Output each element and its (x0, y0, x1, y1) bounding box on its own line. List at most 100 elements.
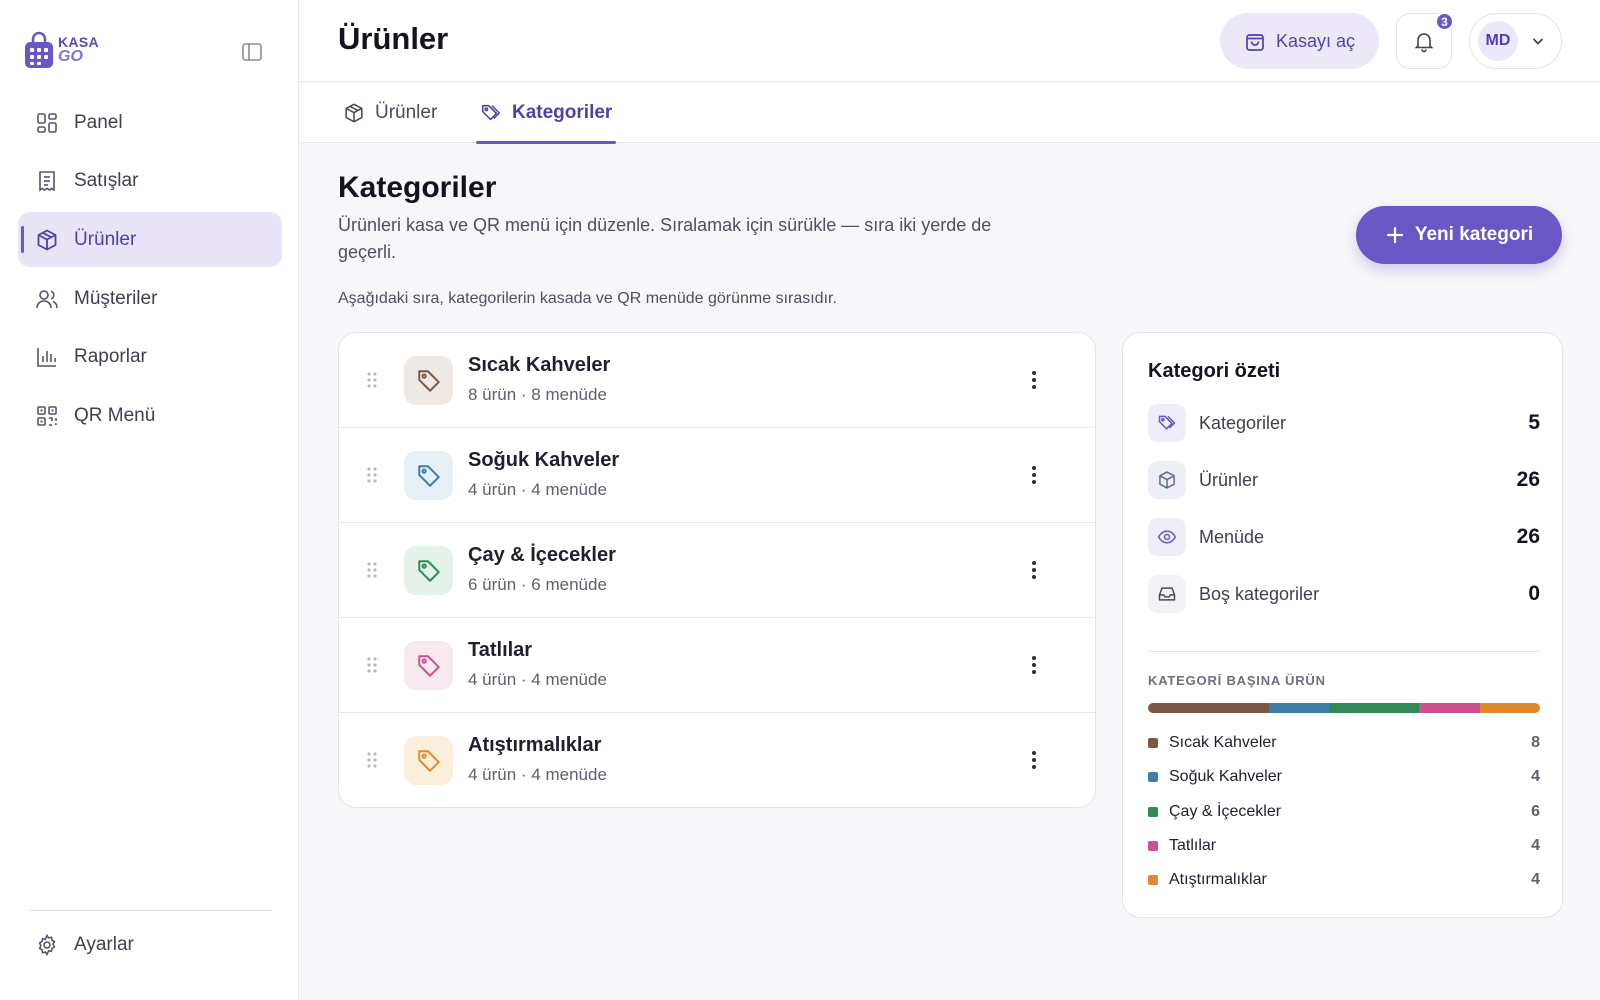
category-icon (404, 356, 453, 405)
list-item[interactable]: Tatlılar 4 ürün · 4 menüde (339, 618, 1095, 713)
open-register-label: Kasayı aç (1275, 30, 1356, 51)
category-summary-card: Kategori özeti Kategoriler 5 Ürünler 26 … (1122, 332, 1563, 918)
products-per-category-bar (1148, 703, 1540, 713)
sidebar-item-label: Müşteriler (74, 287, 158, 309)
more-vertical-icon[interactable] (1022, 558, 1046, 582)
receipt-icon (35, 169, 59, 193)
stat-categories: Kategoriler 5 (1148, 403, 1540, 443)
sidebar: KASA GO Panel Satışlar Ürünler Müşterile… (0, 0, 299, 1000)
logo-line-2: GO (58, 48, 83, 65)
tab-categories[interactable]: Kategoriler (475, 83, 617, 144)
notifications-button[interactable]: 3 (1396, 12, 1454, 69)
tab-products[interactable]: Ürünler (343, 83, 437, 143)
category-icon (404, 641, 453, 690)
box-icon (343, 102, 365, 124)
drag-handle-icon[interactable] (366, 371, 378, 389)
stat-value: 26 (1516, 525, 1540, 548)
breakdown-segment (1268, 703, 1329, 713)
sidebar-item-qr-menu[interactable]: QR Menü (18, 388, 282, 443)
legend-value: 8 (1531, 734, 1540, 752)
legend-value: 6 (1531, 802, 1540, 820)
tag-icon (1148, 404, 1186, 442)
tag-icon (416, 463, 442, 489)
users-icon (35, 287, 59, 311)
drag-handle-icon[interactable] (366, 561, 378, 579)
legend-value: 4 (1531, 837, 1540, 855)
category-name: Çay & İçecekler (468, 544, 616, 566)
new-category-button[interactable]: Yeni kategori (1356, 206, 1562, 264)
drag-handle-icon[interactable] (366, 751, 378, 769)
sidebar-item-panel[interactable]: Panel (18, 95, 282, 150)
legend-swatch (1148, 738, 1158, 749)
category-list: Sıcak Kahveler 8 ürün · 8 menüde Soğuk K… (338, 332, 1096, 808)
summary-title: Kategori özeti (1148, 360, 1281, 382)
tags-icon (480, 102, 502, 124)
legend-swatch (1148, 875, 1158, 886)
stat-on-menu: Menüde 26 (1148, 517, 1540, 557)
dashboard-icon (35, 111, 59, 135)
sidebar-item-products[interactable]: Ürünler (18, 212, 282, 268)
more-vertical-icon[interactable] (1022, 653, 1046, 677)
tab-bar: Ürünler Kategoriler (300, 83, 1600, 144)
box-icon (35, 228, 59, 252)
legend-item: Sıcak Kahveler 8 (1148, 726, 1540, 760)
tab-label: Kategoriler (512, 102, 613, 123)
category-icon (404, 736, 453, 785)
list-item[interactable]: Soğuk Kahveler 4 ürün · 4 menüde (339, 428, 1095, 523)
settings-label: Ayarlar (74, 934, 134, 955)
category-name: Soğuk Kahveler (468, 449, 620, 471)
category-meta: 6 ürün · 6 menüde (468, 575, 607, 594)
list-item[interactable]: Çay & İçecekler 6 ürün · 6 menüde (339, 523, 1095, 618)
section-description: Ürünleri kasa ve QR menü için düzenle. S… (338, 215, 992, 262)
list-item[interactable]: Atıştırmalıklar 4 ürün · 4 menüde (339, 713, 1095, 807)
sidebar-toggle-icon[interactable] (241, 41, 263, 63)
category-name: Tatlılar (468, 639, 533, 661)
more-vertical-icon[interactable] (1022, 748, 1046, 772)
legend-label: Çay & İçecekler (1169, 802, 1282, 820)
user-menu-button[interactable]: MD (1469, 13, 1562, 69)
drag-handle-icon[interactable] (366, 656, 378, 674)
breakdown-title: KATEGORİ BAŞINA ÜRÜN (1148, 673, 1326, 688)
list-item[interactable]: Sıcak Kahveler 8 ürün · 8 menüde (339, 333, 1095, 428)
notification-count-badge: 3 (1435, 12, 1454, 31)
sidebar-item-label: QR Menü (74, 404, 156, 426)
section-title: Kategoriler (338, 171, 497, 204)
drag-handle-icon[interactable] (366, 466, 378, 484)
category-icon (404, 451, 453, 500)
eye-icon (1148, 518, 1186, 556)
breakdown-segment (1419, 703, 1480, 713)
sidebar-item-customers[interactable]: Müşteriler (18, 271, 282, 326)
legend-item: Tatlılar 4 (1148, 829, 1540, 863)
new-category-label: Yeni kategori (1414, 224, 1534, 245)
inbox-icon (1148, 575, 1186, 613)
tag-icon (416, 748, 442, 774)
stat-value: 5 (1528, 411, 1540, 434)
sidebar-item-label: Raporlar (74, 346, 147, 368)
breakdown-segment (1148, 703, 1269, 713)
legend-swatch (1148, 772, 1158, 783)
category-meta: 4 ürün · 4 menüde (468, 670, 607, 689)
legend-item: Soğuk Kahveler 4 (1148, 760, 1540, 794)
category-icon (404, 546, 453, 595)
more-vertical-icon[interactable] (1022, 463, 1046, 487)
logo[interactable]: KASA GO (24, 31, 99, 69)
sidebar-item-reports[interactable]: Raporlar (18, 330, 282, 385)
category-meta: 4 ürün · 4 menüde (468, 480, 607, 499)
bell-icon (1412, 29, 1436, 53)
shopping-bag-logo-icon (25, 31, 53, 68)
sidebar-item-sales[interactable]: Satışlar (18, 154, 282, 209)
tag-icon (416, 558, 442, 584)
sidebar-item-label: Panel (74, 111, 123, 133)
legend-item: Atıştırmalıklar 4 (1148, 863, 1540, 897)
category-meta: 4 ürün · 4 menüde (468, 765, 607, 784)
stat-value: 0 (1528, 582, 1540, 605)
open-register-button[interactable]: Kasayı aç (1220, 13, 1379, 69)
more-vertical-icon[interactable] (1022, 368, 1046, 392)
legend-label: Soğuk Kahveler (1169, 768, 1282, 786)
legend-value: 4 (1531, 768, 1540, 786)
stat-products: Ürünler 26 (1148, 460, 1540, 500)
sidebar-item-label: Ürünler (74, 228, 137, 250)
sidebar-item-settings[interactable]: Ayarlar (35, 933, 134, 957)
legend-item: Çay & İçecekler 6 (1148, 795, 1540, 829)
logo-line-1: KASA (58, 34, 99, 50)
